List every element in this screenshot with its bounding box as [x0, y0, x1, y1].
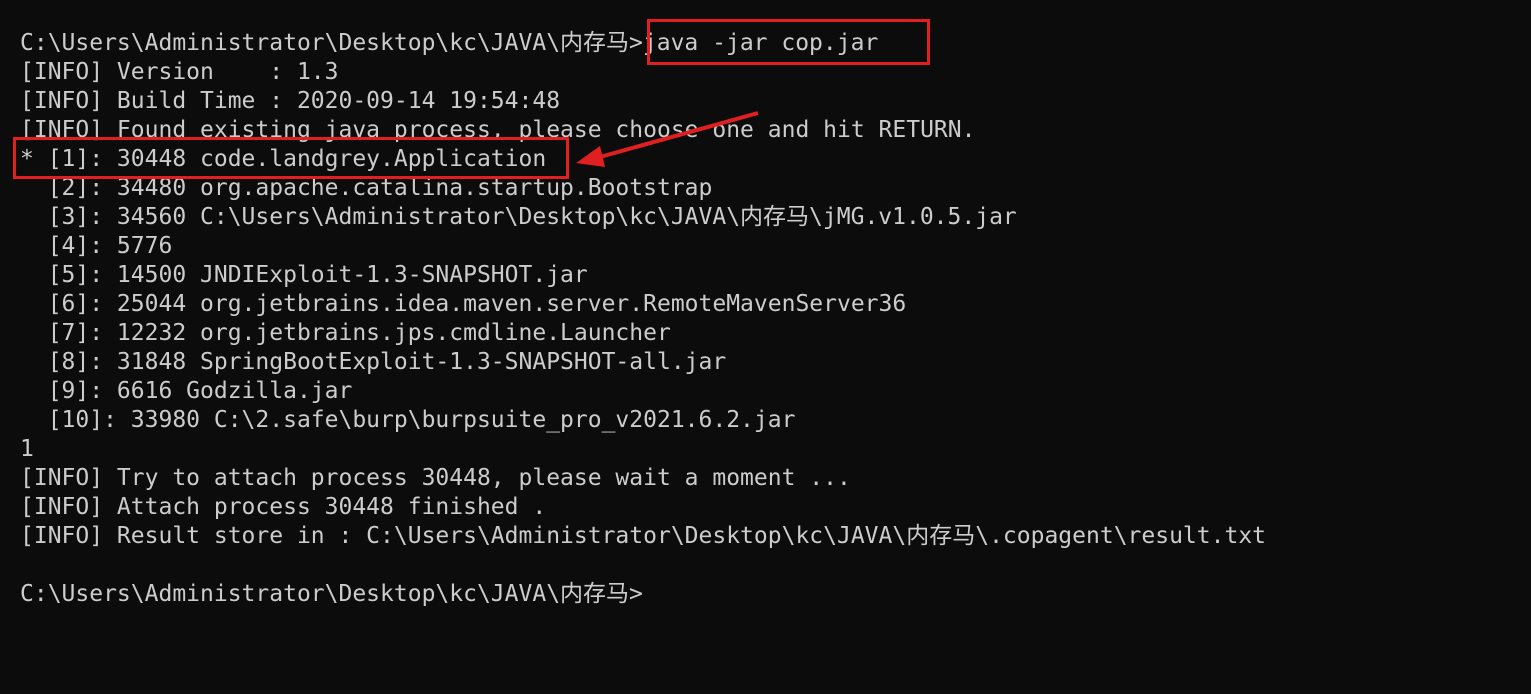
terminal-window[interactable]: C:\Users\Administrator\Desktop\kc\JAVA\内…: [0, 0, 1531, 694]
annotation-arrow-icon: [576, 111, 759, 167]
